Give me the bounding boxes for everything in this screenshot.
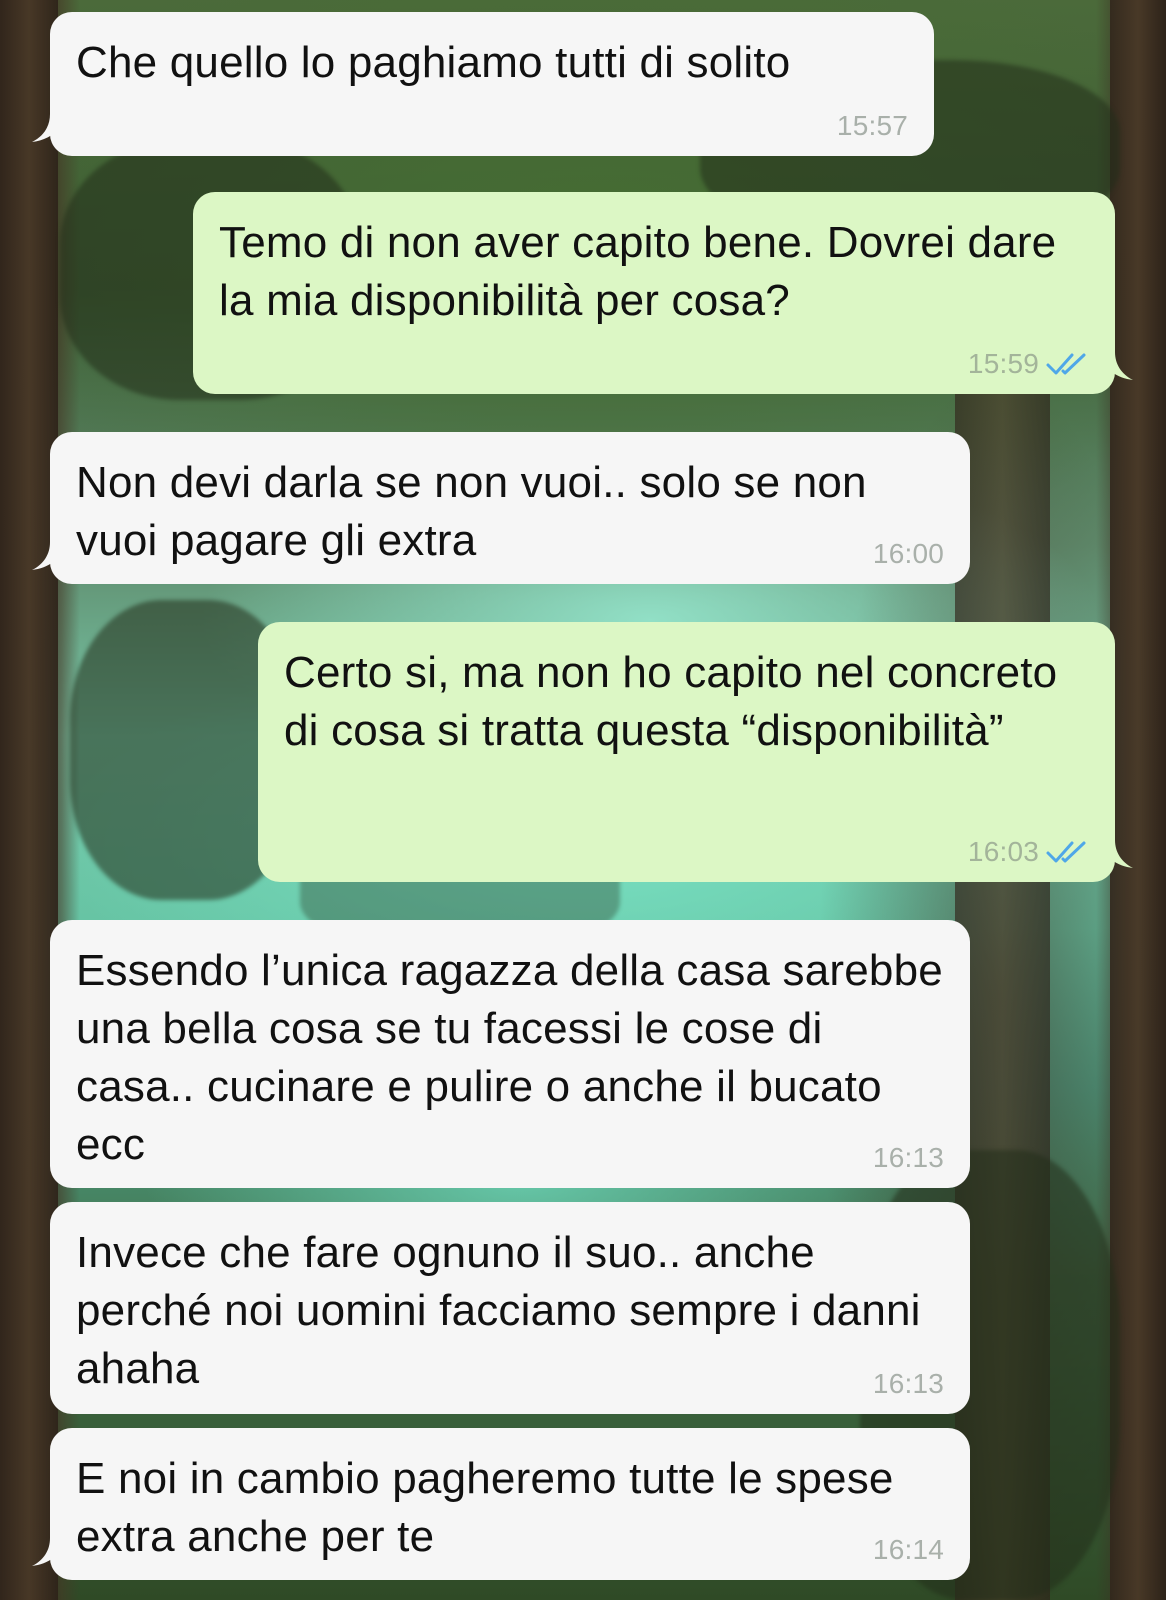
message-time: 15:57 <box>836 110 908 141</box>
message-time: 16:13 <box>872 1368 944 1399</box>
message-meta: 16:13 <box>873 1368 944 1400</box>
message-text: Non devi darla se non vuoi.. solo se non… <box>76 458 880 565</box>
message-meta: 16:03 <box>968 836 1089 868</box>
outgoing-message-bubble[interactable]: Certo si, ma non ho capito nel concreto … <box>258 622 1133 882</box>
outgoing-message-bubble[interactable]: Temo di non aver capito bene. Dovrei dar… <box>193 192 1133 394</box>
message-text: Invece che fare ognuno il suo.. anche pe… <box>76 1228 934 1393</box>
chat-message-list[interactable]: Che quello lo paghiamo tutti di solito 1… <box>0 0 1166 1600</box>
incoming-message-bubble[interactable]: E noi in cambio pagheremo tutte le spese… <box>32 1428 970 1580</box>
message-time: 15:59 <box>967 348 1039 379</box>
message-meta: 15:57 <box>837 110 908 142</box>
message-text: Temo di non aver capito bene. Dovrei dar… <box>219 218 1069 325</box>
incoming-message-bubble[interactable]: Che quello lo paghiamo tutti di solito 1… <box>32 12 934 156</box>
message-meta: 15:59 <box>968 348 1089 380</box>
message-text: E noi in cambio pagheremo tutte le spese… <box>76 1454 907 1561</box>
message-text: Che quello lo paghiamo tutti di solito <box>76 38 791 87</box>
incoming-message-bubble[interactable]: Essendo l’unica ragazza della casa sareb… <box>50 920 970 1188</box>
bubble-tail <box>1095 352 1133 380</box>
message-time: 16:13 <box>872 1142 944 1173</box>
bubble-tail <box>32 114 70 142</box>
incoming-message-bubble[interactable]: Non devi darla se non vuoi.. solo se non… <box>32 432 970 584</box>
bubble-tail <box>32 1538 70 1566</box>
double-check-read-icon <box>1046 841 1086 863</box>
message-text: Essendo l’unica ragazza della casa sareb… <box>76 946 956 1169</box>
message-time: 16:03 <box>967 836 1039 867</box>
message-time: 16:14 <box>872 1534 944 1565</box>
message-time: 16:00 <box>872 538 944 569</box>
message-meta: 16:14 <box>873 1534 944 1566</box>
message-meta: 16:00 <box>873 538 944 570</box>
message-meta: 16:13 <box>873 1142 944 1174</box>
message-text: Certo si, ma non ho capito nel concreto … <box>284 648 1070 755</box>
double-check-read-icon <box>1046 353 1086 375</box>
incoming-message-bubble[interactable]: Invece che fare ognuno il suo.. anche pe… <box>50 1202 970 1414</box>
bubble-tail <box>1095 840 1133 868</box>
bubble-tail <box>32 542 70 570</box>
